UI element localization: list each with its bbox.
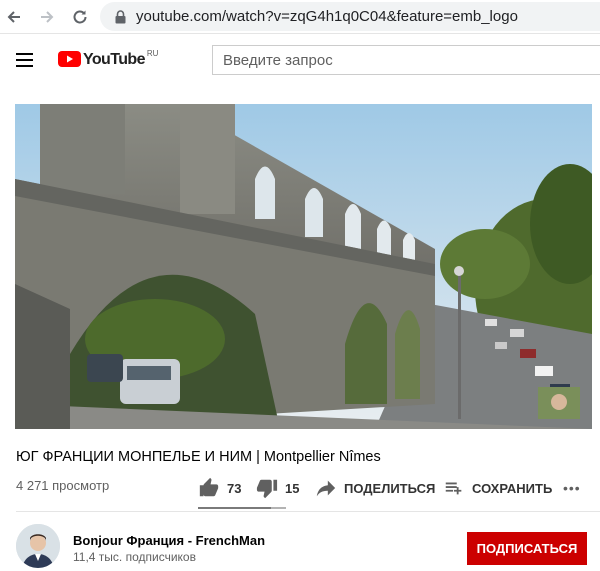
video-frame-aqueduct: [15, 104, 592, 429]
more-actions-icon[interactable]: •••: [563, 476, 581, 500]
video-title: ЮГ ФРАНЦИИ МОНПЕЛЬЕ И НИМ | Montpellier …: [16, 449, 381, 465]
subscribe-button[interactable]: ПОДПИСАТЬСЯ: [467, 532, 587, 565]
dislike-button[interactable]: 15: [256, 476, 299, 500]
back-arrow-icon: [7, 11, 20, 23]
view-count: 4 271 просмотр: [16, 478, 110, 493]
avatar-image: [16, 524, 60, 568]
youtube-logo[interactable]: YouTube RU: [58, 49, 159, 68]
video-player[interactable]: [15, 104, 592, 429]
share-label: ПОДЕЛИТЬСЯ: [344, 480, 436, 496]
subscriber-count: 11,4 тыс. подписчиков: [73, 550, 196, 564]
more-actions-label: •••: [563, 480, 581, 496]
url-text: youtube.com/watch?v=zqG4h1q0C04&feature=…: [136, 8, 518, 25]
channel-name[interactable]: Bonjour Франция - FrenchMan: [73, 533, 265, 548]
playlist-add-icon: [445, 482, 462, 495]
save-button[interactable]: СОХРАНИТЬ: [443, 476, 552, 500]
browser-toolbar: youtube.com/watch?v=zqG4h1q0C04&feature=…: [0, 0, 600, 34]
search-input[interactable]: [223, 51, 583, 69]
divider: [16, 511, 600, 512]
thumbs-down-icon: [256, 479, 278, 499]
dislike-count: 15: [285, 480, 300, 496]
reload-button[interactable]: [68, 5, 92, 29]
address-bar[interactable]: youtube.com/watch?v=zqG4h1q0C04&feature=…: [100, 2, 600, 31]
video-actions: 73 15 ПОДЕЛИТЬСЯ СОХРАНИТЬ •••: [198, 476, 598, 500]
like-button[interactable]: 73: [198, 476, 241, 500]
hamburger-menu-icon[interactable]: [14, 49, 36, 71]
logo-wordmark: YouTube: [83, 51, 145, 68]
like-ratio-fill: [198, 507, 271, 509]
like-count: 73: [227, 480, 242, 496]
reload-icon: [73, 10, 87, 24]
search-box: [212, 45, 600, 75]
youtube-header: YouTube RU: [0, 34, 600, 86]
forward-button[interactable]: [35, 5, 59, 29]
thumbs-up-icon: [199, 477, 219, 497]
forward-arrow-icon: [41, 11, 54, 23]
youtube-play-icon: [58, 51, 81, 67]
save-label: СОХРАНИТЬ: [472, 480, 553, 496]
channel-avatar[interactable]: [16, 524, 60, 568]
lock-icon: [110, 7, 130, 27]
logo-country-code: RU: [146, 49, 159, 58]
share-button[interactable]: ПОДЕЛИТЬСЯ: [315, 476, 435, 500]
share-icon: [316, 480, 336, 497]
back-button[interactable]: [2, 5, 26, 29]
